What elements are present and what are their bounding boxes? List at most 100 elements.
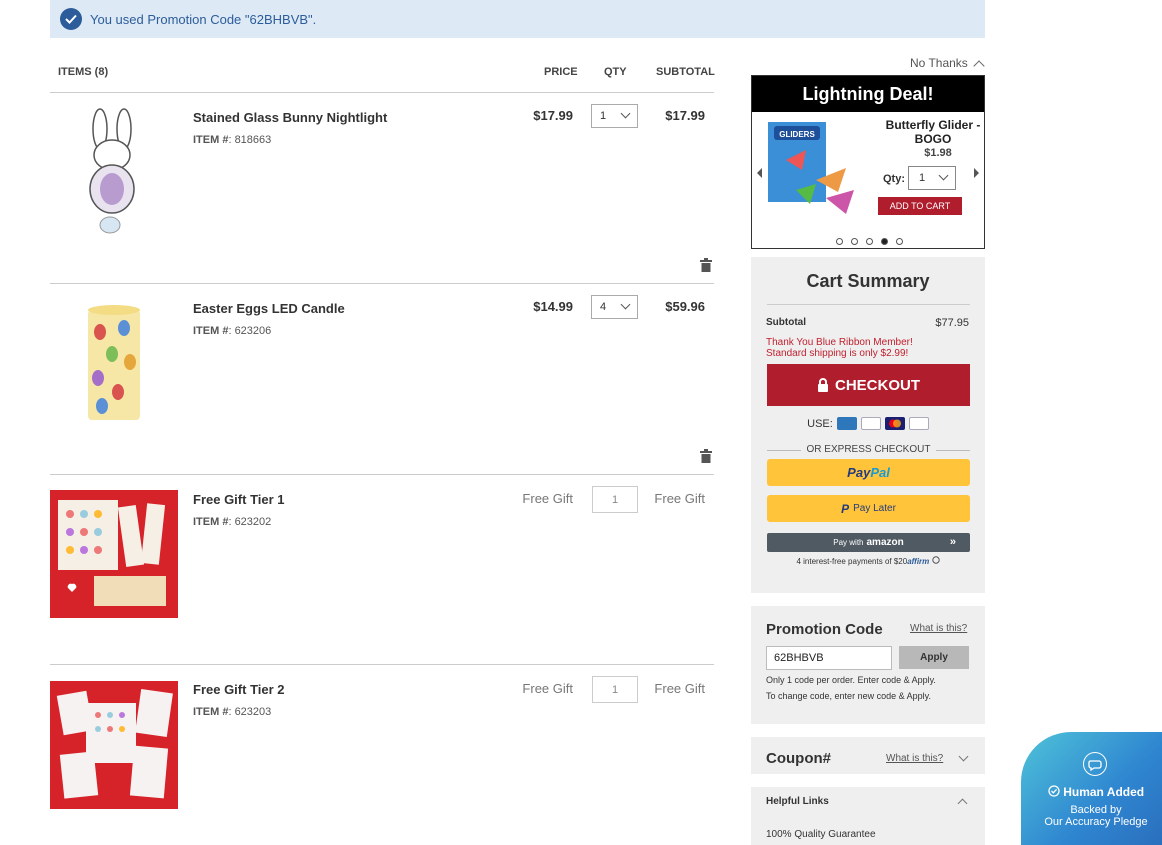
cart-item-row: Free Gift Tier 1 ITEM #: 623202 Free Gif… xyxy=(50,475,714,665)
trash-icon[interactable] xyxy=(700,258,712,272)
item-subtotal: $17.99 xyxy=(665,108,705,123)
divider xyxy=(767,304,970,305)
checkout-button[interactable]: CHECKOUT xyxy=(767,364,970,406)
item-name[interactable]: Free Gift Tier 1 xyxy=(193,492,285,507)
price-header: PRICE xyxy=(544,66,578,78)
product-image-easter-candle[interactable] xyxy=(50,298,178,426)
coupon-what-is-this-link[interactable]: What is this? xyxy=(886,753,943,764)
carousel-dot[interactable] xyxy=(866,238,873,245)
chevron-up-icon[interactable] xyxy=(957,798,968,809)
chevron-up-icon[interactable] xyxy=(973,60,985,72)
item-name[interactable]: Easter Eggs LED Candle xyxy=(193,301,345,316)
subtotal-header: SUBTOTAL xyxy=(656,66,715,78)
lock-icon xyxy=(817,378,829,392)
cart-table-header: ITEMS (8) PRICE QTY SUBTOTAL xyxy=(50,58,715,93)
chevron-down-icon xyxy=(620,299,631,310)
item-name[interactable]: Free Gift Tier 2 xyxy=(193,682,285,697)
item-price: Free Gift xyxy=(522,491,573,506)
double-chevron-right-icon: » xyxy=(949,536,956,548)
qty-header: QTY xyxy=(604,66,627,78)
cart-summary-panel: Cart Summary Subtotal $77.95 Thank You B… xyxy=(751,257,985,593)
subtotal-value: $77.95 xyxy=(935,317,969,329)
item-number: ITEM #: 623202 xyxy=(193,516,272,528)
coupon-panel[interactable]: Coupon# What is this? xyxy=(751,737,985,774)
item-number: ITEM #: 623203 xyxy=(193,706,272,718)
chevron-down-icon[interactable] xyxy=(958,751,969,762)
info-icon xyxy=(931,556,940,564)
trash-icon[interactable] xyxy=(700,449,712,463)
deal-title: Lightning Deal! xyxy=(752,76,984,112)
discover-card-icon xyxy=(908,417,929,430)
check-circle-icon xyxy=(1048,785,1060,797)
promo-banner-text: You used Promotion Code "62BHBVB". xyxy=(90,11,317,27)
amazon-pay-button[interactable]: Pay with amazon » xyxy=(767,533,970,552)
helpful-links-title: Helpful Links xyxy=(766,796,829,807)
quality-guarantee-link[interactable]: 100% Quality Guarantee xyxy=(766,829,876,840)
carousel-prev-icon[interactable] xyxy=(757,168,762,178)
promo-note: Only 1 code per order. Enter code & Appl… xyxy=(766,675,936,685)
cart-item-row: Free Gift Tier 2 ITEM #: 623203 Free Gif… xyxy=(50,665,714,845)
check-circle-icon xyxy=(60,8,82,30)
promo-note: To change code, enter new code & Apply. xyxy=(766,691,931,701)
item-number: ITEM #: 818663 xyxy=(193,134,272,146)
deal-product-name[interactable]: Butterfly Glider - BOGO xyxy=(870,118,996,146)
subtotal-label: Subtotal xyxy=(766,317,806,328)
product-image-bunny-nightlight[interactable] xyxy=(50,107,178,235)
cart-item-row: Stained Glass Bunny Nightlight ITEM #: 8… xyxy=(50,93,714,284)
qty-field-disabled: 1 xyxy=(592,676,638,703)
affirm-message[interactable]: 4 interest-free payments of $20affirm xyxy=(751,556,985,566)
chat-bubble-icon xyxy=(1083,752,1107,776)
badge-subtitle: Backed by Our Accuracy Pledge xyxy=(1044,804,1148,828)
item-subtotal: $59.96 xyxy=(665,299,705,314)
deal-qty-label: Qty: xyxy=(883,173,905,185)
apply-button[interactable]: Apply xyxy=(899,646,969,669)
carousel-dot[interactable] xyxy=(836,238,843,245)
paypal-pay-later-button[interactable]: P Pay Later xyxy=(767,495,970,522)
chevron-down-icon xyxy=(620,108,631,119)
qty-select[interactable]: 1 xyxy=(591,104,638,128)
coupon-title: Coupon# xyxy=(766,750,831,767)
helpful-links-panel: Helpful Links 100% Quality Guarantee xyxy=(751,787,985,845)
visa-card-icon xyxy=(860,417,881,430)
carousel-dot[interactable] xyxy=(881,238,888,245)
carousel-dots xyxy=(836,238,903,245)
promo-what-is-this-link[interactable]: What is this? xyxy=(910,623,967,634)
item-price: $14.99 xyxy=(533,299,573,314)
deal-image-text: GLIDERS xyxy=(779,130,815,139)
badge-title: Human Added xyxy=(1021,785,1162,799)
promo-applied-banner: You used Promotion Code "62BHBVB". xyxy=(50,0,985,38)
item-price: $17.99 xyxy=(533,108,573,123)
item-number: ITEM #: 623206 xyxy=(193,325,272,337)
item-subtotal: Free Gift xyxy=(654,681,705,696)
carousel-dot[interactable] xyxy=(896,238,903,245)
item-price: Free Gift xyxy=(522,681,573,696)
product-image-free-gift-tier-1[interactable] xyxy=(50,490,178,618)
blue-ribbon-message: Thank You Blue Ribbon Member! Standard s… xyxy=(766,337,913,359)
amex-card-icon xyxy=(836,417,857,430)
no-thanks-link[interactable]: No Thanks xyxy=(910,56,968,70)
item-name[interactable]: Stained Glass Bunny Nightlight xyxy=(193,110,387,125)
carousel-dot[interactable] xyxy=(851,238,858,245)
promotion-code-title: Promotion Code xyxy=(766,621,883,638)
carousel-next-icon[interactable] xyxy=(974,168,979,178)
product-image-free-gift-tier-2[interactable] xyxy=(50,681,178,809)
cart-summary-title: Cart Summary xyxy=(806,271,930,291)
deal-add-to-cart-button[interactable]: ADD TO CART xyxy=(878,197,962,215)
qty-select[interactable]: 4 xyxy=(591,295,638,319)
promo-code-input[interactable]: 62BHBVB xyxy=(766,646,892,670)
mastercard-icon xyxy=(884,417,905,430)
deal-product-image[interactable]: GLIDERS xyxy=(766,120,866,220)
deal-price: $1.98 xyxy=(924,147,952,159)
items-count-header: ITEMS (8) xyxy=(58,66,109,78)
use-label: USE: xyxy=(807,417,833,430)
human-added-badge[interactable]: Human Added Backed by Our Accuracy Pledg… xyxy=(1021,732,1162,845)
accepted-cards: USE: xyxy=(751,417,985,430)
promotion-code-panel: Promotion Code What is this? 62BHBVB App… xyxy=(751,606,985,724)
chevron-down-icon xyxy=(938,170,949,181)
deal-qty-select[interactable]: 1 xyxy=(908,166,956,190)
cart-item-row: Easter Eggs LED Candle ITEM #: 623206 $1… xyxy=(50,284,714,475)
or-express-checkout-label: OR EXPRESS CHECKOUT xyxy=(767,444,970,455)
item-subtotal: Free Gift xyxy=(654,491,705,506)
qty-field-disabled: 1 xyxy=(592,486,638,513)
paypal-button[interactable]: Pay Pal xyxy=(767,459,970,486)
